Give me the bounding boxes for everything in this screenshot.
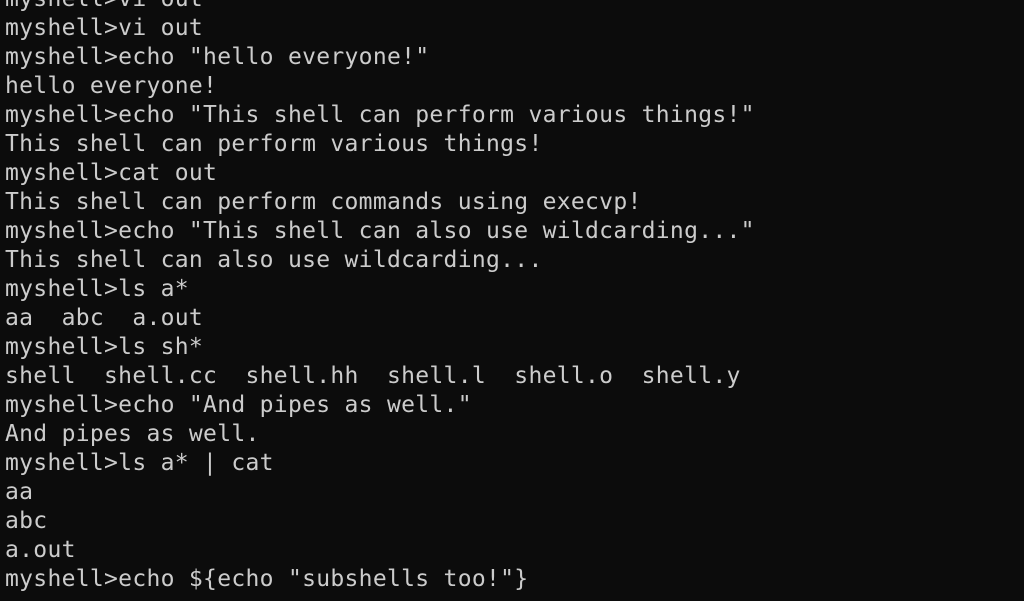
terminal-output: myshell>vi out myshell>vi out myshell>ec…: [5, 0, 755, 594]
terminal-line: myshell>cat out: [5, 160, 218, 186]
terminal-line: myshell>ls sh*: [5, 334, 204, 360]
terminal-line: myshell>echo "hello everyone!": [5, 44, 430, 70]
terminal-line: a.out: [5, 537, 76, 563]
terminal-line: abc: [5, 508, 48, 534]
terminal-line: hello everyone!: [5, 73, 218, 99]
terminal-line: myshell>vi out: [5, 0, 755, 14]
terminal-line: myshell>vi out: [5, 15, 204, 41]
terminal-line: aa abc a.out: [5, 305, 204, 331]
terminal-line: myshell>echo "And pipes as well.": [5, 392, 472, 418]
terminal-window[interactable]: myshell>vi out myshell>vi out myshell>ec…: [0, 0, 1024, 601]
terminal-line: aa: [5, 479, 34, 505]
terminal-line: This shell can also use wildcarding...: [5, 247, 543, 273]
terminal-line: And pipes as well.: [5, 421, 260, 447]
terminal-line: myshell>ls a* | cat: [5, 450, 274, 476]
terminal-line: shell shell.cc shell.hh shell.l shell.o …: [5, 363, 741, 389]
terminal-line: This shell can perform commands using ex…: [5, 189, 642, 215]
terminal-line: This shell can perform various things!: [5, 131, 543, 157]
terminal-input-line[interactable]: myshell>echo ${echo "subshells too!"}: [5, 565, 755, 594]
terminal-line: myshell>echo "This shell can perform var…: [5, 102, 755, 128]
terminal-line: myshell>ls a*: [5, 276, 189, 302]
terminal-line: myshell>echo "This shell can also use wi…: [5, 218, 755, 244]
